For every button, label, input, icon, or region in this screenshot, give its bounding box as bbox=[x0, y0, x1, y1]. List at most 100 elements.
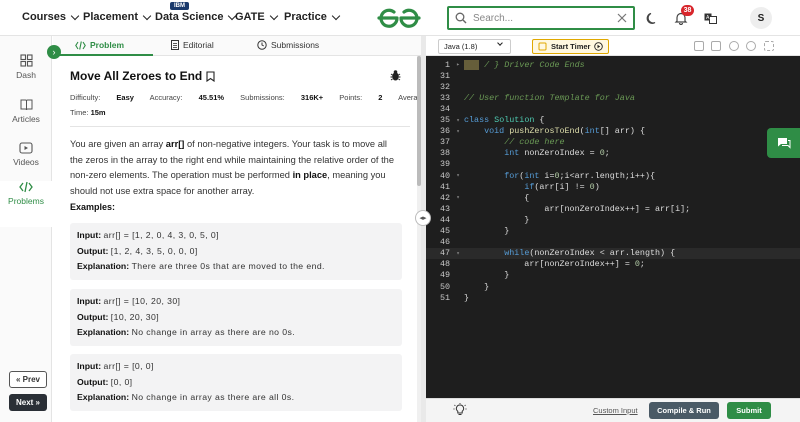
sidebar-item-dash[interactable]: Dash bbox=[0, 54, 52, 98]
fold-toggle-icon[interactable]: ▾ bbox=[454, 250, 462, 257]
play-circle-icon bbox=[594, 42, 604, 51]
fullscreen-icon[interactable] bbox=[764, 41, 774, 51]
code-line[interactable]: 40 ▾ for(int i=0;i<arr.length;i++){ bbox=[426, 170, 800, 181]
collapse-sidebar-button[interactable]: › bbox=[47, 45, 61, 59]
code-line[interactable]: 37 // code here bbox=[426, 137, 800, 148]
chat-icon bbox=[777, 137, 790, 149]
start-timer-label: Start Timer bbox=[551, 42, 591, 51]
difficulty-value: Easy bbox=[116, 93, 134, 102]
sidebar-item-videos[interactable]: Videos bbox=[0, 142, 52, 186]
tab-problem[interactable]: Problem bbox=[75, 40, 124, 50]
code-line[interactable]: 34 bbox=[426, 103, 800, 114]
code-line[interactable]: 43 arr[nonZeroIndex++] = arr[i]; bbox=[426, 203, 800, 214]
tab-submissions[interactable]: Submissions bbox=[257, 40, 319, 50]
nav-data-science[interactable]: Data Science bbox=[155, 11, 237, 23]
code-text: } bbox=[464, 226, 510, 237]
start-timer-button[interactable]: Start Timer bbox=[532, 39, 610, 54]
difficulty-label: Difficulty: bbox=[70, 93, 101, 102]
code-line[interactable]: 1 ▸ ··· / } Driver Code Ends bbox=[426, 59, 800, 70]
code-line[interactable]: 32 bbox=[426, 81, 800, 92]
code-line[interactable]: 50 } bbox=[426, 281, 800, 292]
code-line[interactable]: 41 if(arr[i] != 0) bbox=[426, 181, 800, 192]
code-text: arr[nonZeroIndex++] = 0; bbox=[464, 259, 645, 270]
fold-toggle-icon[interactable]: ▾ bbox=[454, 117, 462, 124]
code-line[interactable]: 36 ▾ void pushZerosToEnd(int[] arr) { bbox=[426, 126, 800, 137]
translate-button[interactable]: A bbox=[700, 8, 720, 28]
desc-part: You are given an array bbox=[70, 139, 166, 149]
code-line[interactable]: 31 bbox=[426, 70, 800, 81]
code-line[interactable]: 35 ▾ class Solution { bbox=[426, 115, 800, 126]
avatar[interactable]: S bbox=[750, 7, 772, 29]
code-text: if(arr[i] != 0) bbox=[524, 181, 600, 192]
next-problem-button[interactable]: Next » bbox=[9, 394, 47, 411]
code-line[interactable]: 33 // User function Template for Java bbox=[426, 92, 800, 103]
code-text: } bbox=[464, 292, 470, 303]
code-text: ··· / } Driver Code Ends bbox=[464, 59, 585, 70]
code-line[interactable]: 42 ▾ { bbox=[426, 192, 800, 203]
code-line[interactable]: 38 int nonZeroIndex = 0; bbox=[426, 148, 800, 159]
chat-button[interactable] bbox=[767, 128, 800, 158]
fold-toggle-icon[interactable]: ▾ bbox=[454, 128, 462, 135]
compile-run-button[interactable]: Compile & Run bbox=[649, 402, 719, 419]
line-number: 47 bbox=[439, 248, 450, 259]
code-line[interactable]: 45 } bbox=[426, 226, 800, 237]
bug-icon[interactable] bbox=[389, 69, 402, 82]
nav-placement[interactable]: Placement bbox=[83, 11, 152, 23]
chevron-down-icon bbox=[70, 11, 80, 20]
example-box: Input: arr[] = [1, 2, 0, 4, 3, 0, 5, 0] … bbox=[70, 223, 402, 280]
copy-icon[interactable] bbox=[694, 41, 704, 51]
code-area[interactable]: 1 ▸ ··· / } Driver Code Ends 31 32 33 // User … bbox=[426, 56, 800, 398]
output-label: Output: bbox=[77, 376, 109, 387]
gfg-logo[interactable] bbox=[376, 7, 422, 29]
prev-problem-button[interactable]: « Prev bbox=[9, 371, 47, 388]
fold-toggle-icon[interactable]: ▾ bbox=[454, 194, 462, 201]
points-value: 2 bbox=[378, 93, 383, 102]
code-text: while(nonZeroIndex < arr.length) { bbox=[504, 248, 676, 259]
search-box[interactable] bbox=[447, 6, 635, 30]
nav-courses[interactable]: Courses bbox=[22, 11, 80, 23]
example-output: [1, 2, 4, 3, 5, 0, 0, 0] bbox=[110, 245, 198, 256]
nav-gate[interactable]: GATE bbox=[235, 11, 278, 23]
settings-icon[interactable] bbox=[729, 41, 739, 51]
explanation-label: Explanation: bbox=[77, 392, 130, 402]
code-editor-panel: Java (1.8) Start Timer 1 ▸ ··· / } Driver … bbox=[426, 36, 800, 422]
time-value: 15m bbox=[90, 108, 106, 117]
resize-handle[interactable]: ◂▸ bbox=[415, 210, 431, 226]
code-line[interactable]: 51} bbox=[426, 292, 800, 303]
language-value: Java (1.8) bbox=[444, 42, 478, 51]
dashboard-icon bbox=[19, 54, 33, 67]
input-label: Input: bbox=[77, 230, 102, 240]
search-input[interactable] bbox=[473, 12, 617, 24]
code-line[interactable]: 39 bbox=[426, 159, 800, 170]
code-text: // code here bbox=[464, 137, 565, 148]
clock-icon bbox=[257, 40, 267, 50]
tab-editorial[interactable]: Editorial bbox=[171, 40, 214, 50]
fold-toggle-icon[interactable]: ▸ bbox=[454, 61, 462, 68]
line-number: 46 bbox=[439, 237, 450, 248]
example-output: [0, 0] bbox=[110, 376, 133, 387]
code-line[interactable]: 48 arr[nonZeroIndex++] = 0; bbox=[426, 259, 800, 270]
time-label: Time: bbox=[70, 108, 89, 117]
fold-toggle-icon[interactable]: ▾ bbox=[454, 172, 462, 179]
bookmark-icon[interactable] bbox=[206, 70, 215, 82]
code-line[interactable]: 49 } bbox=[426, 270, 800, 281]
reset-icon[interactable] bbox=[746, 41, 756, 51]
code-line[interactable]: 47 ▾ while(nonZeroIndex < arr.length) { bbox=[426, 247, 800, 259]
problem-meta: Difficulty: Easy Accuracy: 45.51% Submis… bbox=[70, 93, 421, 102]
upload-icon[interactable] bbox=[711, 41, 721, 51]
close-icon[interactable] bbox=[617, 13, 627, 23]
lightbulb-icon[interactable] bbox=[453, 403, 467, 417]
dark-mode-toggle[interactable] bbox=[642, 8, 662, 28]
sidebar-item-problems[interactable]: Problems bbox=[0, 181, 52, 227]
code-text: } bbox=[464, 270, 510, 281]
accuracy-label: Accuracy: bbox=[149, 93, 183, 102]
sidebar-item-articles[interactable]: Articles bbox=[0, 98, 52, 142]
line-number: 42 bbox=[439, 192, 450, 203]
submit-button[interactable]: Submit bbox=[727, 402, 771, 419]
code-line[interactable]: 44 } bbox=[426, 214, 800, 225]
chevron-right-icon: › bbox=[52, 47, 56, 57]
custom-input-link[interactable]: Custom Input bbox=[593, 406, 638, 415]
code-line[interactable]: 46 bbox=[426, 237, 800, 248]
language-select[interactable]: Java (1.8) bbox=[438, 39, 511, 54]
nav-practice[interactable]: Practice bbox=[284, 11, 341, 23]
